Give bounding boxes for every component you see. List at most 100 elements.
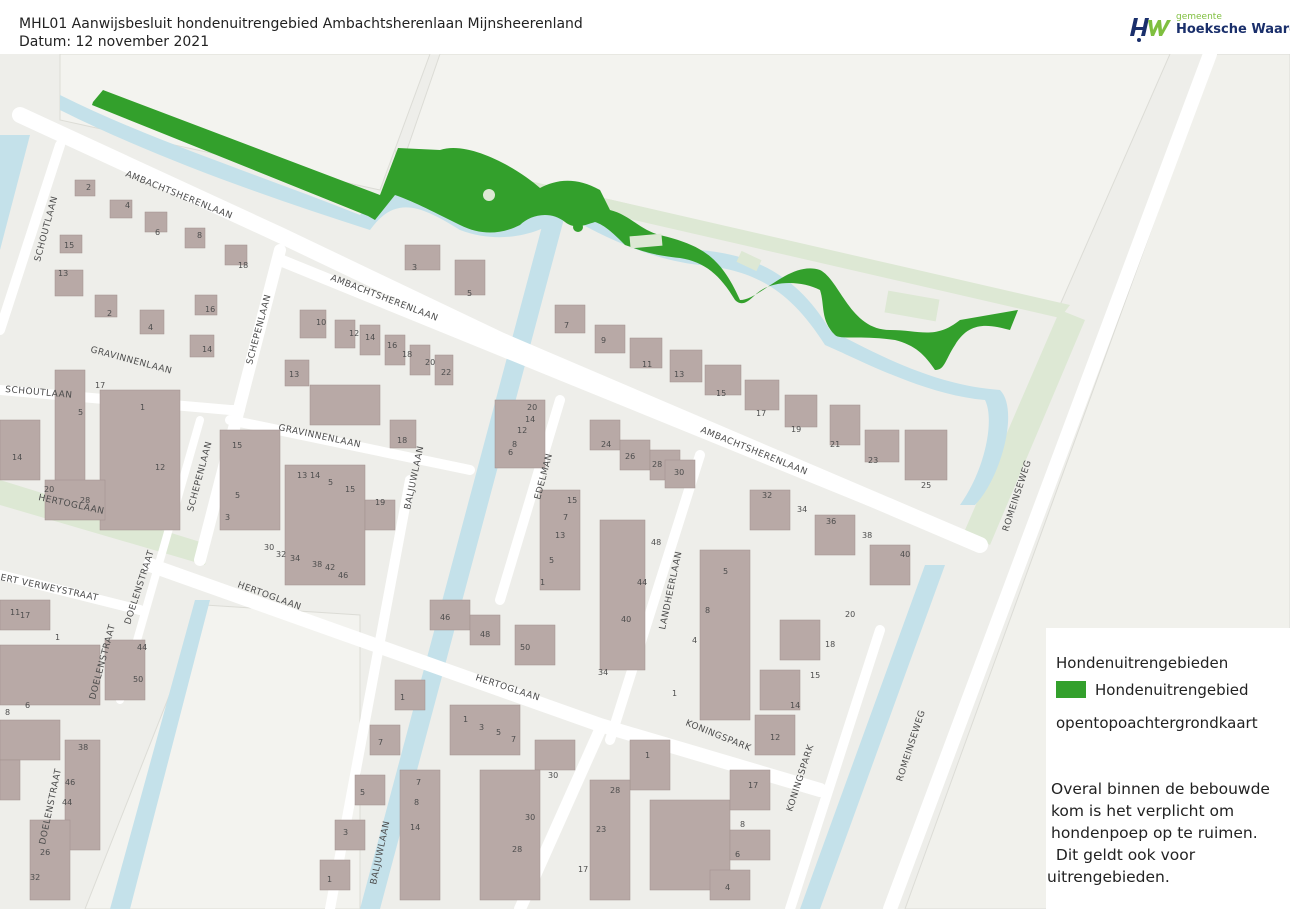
svg-text:34: 34 (598, 668, 608, 677)
svg-text:3: 3 (412, 263, 417, 272)
svg-text:8: 8 (740, 820, 745, 829)
legend-note-line: Dit geldt ook voor (1051, 846, 1196, 864)
svg-text:18: 18 (397, 436, 407, 445)
legend-title: Hondenuitrengebieden (1056, 654, 1229, 672)
map-legend: Hondenuitrengebieden Hondenuitrengebied … (1046, 628, 1290, 909)
svg-text:1: 1 (672, 689, 677, 698)
svg-text:48: 48 (651, 538, 661, 547)
svg-text:11: 11 (642, 360, 652, 369)
svg-text:2: 2 (107, 309, 112, 318)
svg-text:5: 5 (723, 567, 728, 576)
svg-text:1: 1 (463, 715, 468, 724)
svg-text:5: 5 (467, 289, 472, 298)
svg-text:15: 15 (810, 671, 820, 680)
svg-text:26: 26 (40, 848, 50, 857)
svg-text:18: 18 (825, 640, 835, 649)
svg-text:16: 16 (387, 341, 397, 350)
svg-text:34: 34 (290, 554, 300, 563)
svg-text:6: 6 (25, 701, 30, 710)
svg-text:1: 1 (400, 693, 405, 702)
svg-text:19: 19 (791, 425, 801, 434)
svg-text:7: 7 (564, 321, 569, 330)
svg-text:13: 13 (289, 370, 299, 379)
svg-text:12: 12 (770, 733, 780, 742)
svg-text:6: 6 (735, 850, 740, 859)
svg-text:28: 28 (610, 786, 620, 795)
svg-text:14: 14 (365, 333, 375, 342)
svg-text:30: 30 (525, 813, 535, 822)
map-date: Datum: 12 november 2021 (19, 34, 210, 50)
svg-text:30: 30 (674, 468, 684, 477)
svg-text:7: 7 (511, 735, 516, 744)
svg-text:40: 40 (621, 615, 631, 624)
svg-text:48: 48 (480, 630, 490, 639)
svg-text:17: 17 (748, 781, 758, 790)
svg-text:11: 11 (10, 608, 20, 617)
svg-text:1: 1 (645, 751, 650, 760)
svg-text:23: 23 (596, 825, 606, 834)
svg-text:4: 4 (125, 201, 130, 210)
svg-text:38: 38 (862, 531, 872, 540)
svg-text:44: 44 (637, 578, 647, 587)
svg-text:5: 5 (549, 556, 554, 565)
svg-text:28: 28 (512, 845, 522, 854)
logo-name-text: Hoeksche Waard (1176, 22, 1290, 37)
svg-text:15: 15 (567, 496, 577, 505)
svg-text:5: 5 (235, 491, 240, 500)
municipality-logo: gemeente Hoeksche Waard (1130, 12, 1290, 44)
svg-text:13: 13 (674, 370, 684, 379)
svg-text:14: 14 (410, 823, 420, 832)
svg-text:3: 3 (479, 723, 484, 732)
svg-text:34: 34 (797, 505, 807, 514)
svg-text:21: 21 (830, 440, 840, 449)
svg-text:13: 13 (555, 531, 565, 540)
legend-note: Overal binnen de bebouwde kom is het ver… (1047, 778, 1287, 888)
svg-text:14: 14 (202, 345, 212, 354)
svg-text:1: 1 (327, 875, 332, 884)
svg-text:46: 46 (440, 613, 450, 622)
svg-text:18: 18 (402, 350, 412, 359)
map-title: MHL01 Aanwijsbesluit hondenuitrengebied … (19, 16, 583, 32)
svg-text:44: 44 (62, 798, 72, 807)
svg-text:5: 5 (328, 478, 333, 487)
svg-text:25: 25 (921, 481, 931, 490)
svg-text:8: 8 (197, 231, 202, 240)
svg-text:5: 5 (496, 728, 501, 737)
svg-text:17: 17 (756, 409, 766, 418)
svg-text:28: 28 (652, 460, 662, 469)
legend-note-line: uitrengebieden. (1047, 868, 1170, 886)
svg-text:3: 3 (343, 828, 348, 837)
legend-basemap-label: opentopoachtergrondkaart (1056, 714, 1258, 732)
svg-text:6: 6 (155, 228, 160, 237)
legend-swatch (1056, 681, 1086, 698)
svg-text:30: 30 (264, 543, 274, 552)
svg-text:12: 12 (349, 329, 359, 338)
legend-item-label: Hondenuitrengebied (1095, 681, 1249, 699)
svg-text:1: 1 (140, 403, 145, 412)
svg-text:2: 2 (86, 183, 91, 192)
logo-gemeente-text: gemeente (1176, 12, 1222, 22)
svg-text:9: 9 (601, 336, 606, 345)
svg-text:16: 16 (205, 305, 215, 314)
svg-text:28: 28 (80, 496, 90, 505)
svg-text:20: 20 (527, 403, 537, 412)
legend-note-line: Overal binnen de bebouwde (1051, 780, 1270, 798)
svg-text:8: 8 (5, 708, 10, 717)
svg-text:7: 7 (563, 513, 568, 522)
svg-text:5: 5 (360, 788, 365, 797)
svg-text:14: 14 (525, 415, 535, 424)
svg-text:14: 14 (310, 471, 320, 480)
svg-text:38: 38 (312, 560, 322, 569)
svg-text:20: 20 (425, 358, 435, 367)
svg-text:18: 18 (238, 261, 248, 270)
svg-text:46: 46 (338, 571, 348, 580)
legend-note-line: kom is het verplicht om (1051, 802, 1235, 820)
svg-text:5: 5 (78, 408, 83, 417)
svg-text:24: 24 (601, 440, 611, 449)
svg-text:15: 15 (232, 441, 242, 450)
svg-text:15: 15 (716, 389, 726, 398)
svg-text:32: 32 (762, 491, 772, 500)
hw-logo-icon (1130, 18, 1171, 42)
svg-text:50: 50 (133, 675, 143, 684)
svg-text:7: 7 (378, 738, 383, 747)
